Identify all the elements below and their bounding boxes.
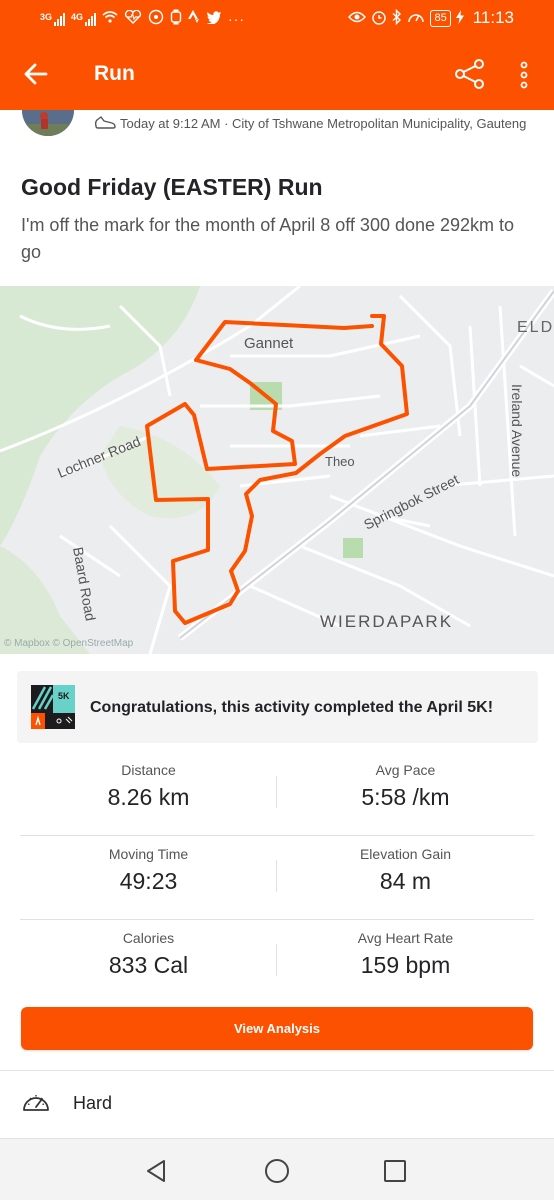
stat-label: Avg Pace <box>375 762 436 778</box>
gauge-icon <box>21 1088 51 1116</box>
app-bar: Run <box>0 38 554 110</box>
nav-home-icon[interactable] <box>263 1157 291 1185</box>
map-attribution: © Mapbox © OpenStreetMap <box>4 638 134 649</box>
bluetooth-icon <box>392 8 402 28</box>
signal-icon-2: 4G <box>71 12 97 26</box>
page-title: Run <box>94 62 135 85</box>
stat-label: Distance <box>121 762 176 778</box>
stat-row: Calories 833 Cal Avg Heart Rate 159 bpm <box>20 920 534 1004</box>
more-notifications-icon: ··· <box>228 10 246 27</box>
twitter-icon <box>206 10 222 27</box>
challenge-badge-icon: 5K <box>31 685 75 729</box>
battery-indicator: 85 <box>430 9 451 27</box>
map-label-theo: Theo <box>325 454 355 469</box>
speedometer-icon <box>407 10 425 27</box>
perceived-effort-label[interactable]: Hard <box>73 1093 112 1114</box>
status-bar: 3G 4G ··· 85 11:13 <box>0 0 554 38</box>
stat-value: 8.26 km <box>107 784 190 810</box>
stat-avg-pace: Avg Pace 5:58 /km <box>277 752 534 836</box>
achievement-text: Congratulations, this activity completed… <box>90 699 494 716</box>
system-nav-bar <box>0 1138 554 1200</box>
badge-text: 5K <box>58 691 70 701</box>
eye-icon <box>348 10 367 27</box>
stat-value: 49:23 <box>119 868 178 894</box>
stat-moving-time: Moving Time 49:23 <box>20 836 277 920</box>
shoe-icon <box>94 114 116 130</box>
map-label-eld: ELD <box>517 319 554 336</box>
wifi-icon <box>102 10 118 27</box>
map-label-wierdapark: WIERDAPARK <box>320 612 453 631</box>
watch-icon <box>170 9 182 28</box>
map-label-gannet: Gannet <box>244 335 294 352</box>
charging-icon <box>455 9 464 27</box>
avatar[interactable] <box>22 110 74 136</box>
overflow-menu-icon[interactable] <box>514 58 534 92</box>
nav-back-icon[interactable] <box>143 1157 171 1185</box>
stat-calories: Calories 833 Cal <box>20 920 277 1004</box>
stats-grid: Distance 8.26 km Avg Pace 5:58 /km Movin… <box>20 752 534 1004</box>
signal-icon-1: 3G <box>40 12 66 26</box>
status-left: 3G 4G ··· <box>40 9 245 28</box>
map-label-ireland: Ireland Avenue <box>509 384 525 477</box>
route-map[interactable]: Gannet ELD Theo WIERDAPARK Lochner Road … <box>0 286 554 654</box>
status-right: 85 11:13 <box>348 8 514 28</box>
stat-value: 84 m <box>379 868 432 894</box>
stat-label: Avg Heart Rate <box>357 930 454 946</box>
alarm-icon <box>371 9 387 28</box>
stat-distance: Distance 8.26 km <box>20 752 277 836</box>
heartbeat-icon <box>124 9 142 27</box>
stat-row: Distance 8.26 km Avg Pace 5:58 /km <box>20 752 534 836</box>
stat-value: 833 Cal <box>108 952 189 978</box>
section-divider <box>0 1070 554 1071</box>
stat-value: 5:58 /km <box>361 784 450 810</box>
activity-description: I'm off the mark for the month of April … <box>21 215 515 262</box>
stat-elevation-gain: Elevation Gain 84 m <box>277 836 534 920</box>
view-analysis-button[interactable]: View Analysis <box>21 1007 533 1050</box>
strava-icon <box>188 10 200 27</box>
activity-meta: Today at 9:12 AM · City of Tshwane Metro… <box>120 116 527 131</box>
stat-label: Moving Time <box>108 846 189 862</box>
stat-avg-heart-rate: Avg Heart Rate 159 bpm <box>277 920 534 1004</box>
stat-value: 159 bpm <box>360 952 451 978</box>
stat-row: Moving Time 49:23 Elevation Gain 84 m <box>20 836 534 920</box>
status-time: 11:13 <box>472 8 514 27</box>
stat-label: Elevation Gain <box>359 846 452 862</box>
achievement-banner[interactable]: 5K Congratulations, this activity comple… <box>17 671 538 743</box>
stat-label: Calories <box>122 930 175 946</box>
nav-recents-icon[interactable] <box>381 1157 409 1185</box>
activity-title: Good Friday (EASTER) Run <box>21 174 323 200</box>
map-canvas: Gannet ELD Theo WIERDAPARK Lochner Road … <box>0 286 554 654</box>
back-arrow-icon[interactable] <box>22 60 50 88</box>
vpn-icon <box>148 9 164 28</box>
share-icon[interactable] <box>452 56 488 92</box>
